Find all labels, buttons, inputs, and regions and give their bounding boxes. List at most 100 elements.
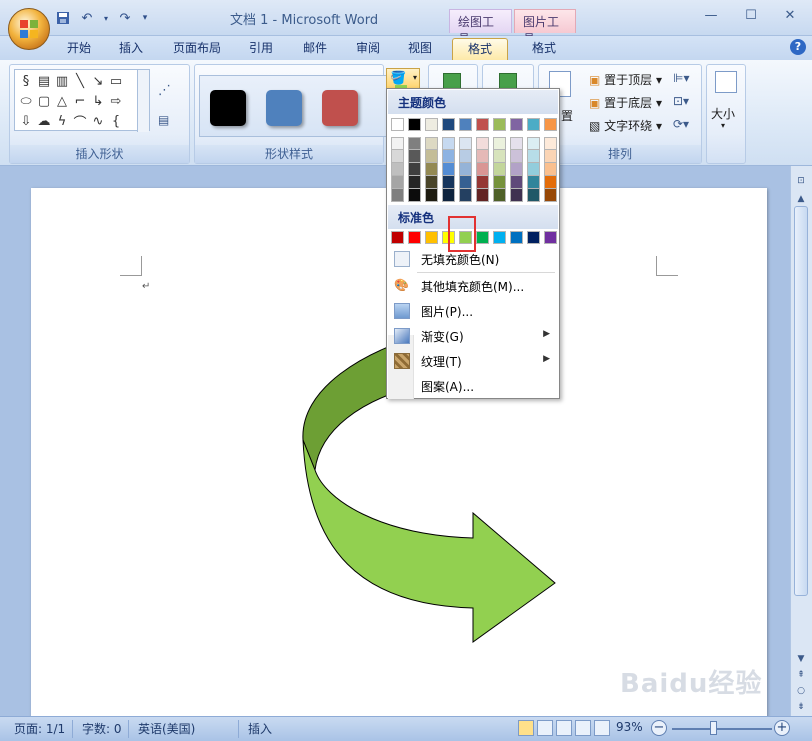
theme-shade-swatch[interactable]: [408, 163, 421, 176]
theme-shade-swatch[interactable]: [476, 137, 489, 150]
tab-view[interactable]: 视图: [399, 38, 441, 60]
vertical-textbox-icon[interactable]: ▥: [53, 71, 71, 91]
theme-shade-swatch[interactable]: [493, 189, 506, 202]
brace-icon[interactable]: {: [107, 111, 125, 131]
texture-fill-item[interactable]: 纹理(T) ▶: [388, 349, 558, 373]
text-wrap-button[interactable]: ▧ 文字环绕 ▾: [589, 117, 662, 134]
help-icon[interactable]: ?: [790, 39, 806, 55]
position-label[interactable]: 置: [561, 107, 573, 124]
align-icon[interactable]: ⊫▾: [673, 71, 689, 85]
close-button[interactable]: ✕: [775, 8, 805, 28]
status-words[interactable]: 字数: 0: [82, 720, 122, 737]
theme-shade-swatch[interactable]: [510, 150, 523, 163]
size-chevron-icon[interactable]: ▾: [721, 121, 725, 130]
theme-shade-swatch[interactable]: [442, 137, 455, 150]
arrow-line-icon[interactable]: ↘: [89, 71, 107, 91]
theme-shade-swatch[interactable]: [510, 176, 523, 189]
theme-shade-swatch[interactable]: [442, 176, 455, 189]
scroll-up-button[interactable]: ▲: [794, 192, 808, 206]
status-page[interactable]: 页面: 1/1: [14, 720, 65, 737]
status-language[interactable]: 英语(美国): [138, 720, 195, 737]
theme-color-swatch[interactable]: [493, 118, 506, 131]
shape-fill-button[interactable]: 🪣 ▾: [386, 68, 420, 90]
draft-view-button[interactable]: [594, 720, 610, 736]
more-fill-colors-item[interactable]: 🎨 其他填充颜色(M)...: [388, 274, 558, 298]
line-icon[interactable]: ╲: [71, 71, 89, 91]
theme-color-swatch[interactable]: [459, 118, 472, 131]
theme-shade-swatch[interactable]: [408, 189, 421, 202]
wave-icon[interactable]: ∿: [89, 111, 107, 131]
shadow-effects-icon[interactable]: [443, 73, 461, 89]
standard-color-swatch[interactable]: [544, 231, 557, 244]
theme-shade-swatch[interactable]: [391, 163, 404, 176]
text-box-small-icon[interactable]: ▤: [158, 113, 169, 127]
zoom-in-button[interactable]: +: [774, 720, 790, 736]
ruler-toggle-icon[interactable]: ⊡: [794, 174, 808, 188]
tab-home[interactable]: 开始: [58, 38, 100, 60]
theme-shade-swatch[interactable]: [527, 163, 540, 176]
theme-shade-swatch[interactable]: [408, 150, 421, 163]
theme-shade-swatch[interactable]: [442, 163, 455, 176]
theme-shade-swatch[interactable]: [493, 150, 506, 163]
theme-shade-swatch[interactable]: [408, 137, 421, 150]
theme-shade-swatch[interactable]: [391, 150, 404, 163]
theme-shade-swatch[interactable]: [527, 137, 540, 150]
redo-icon[interactable]: ↷: [116, 10, 134, 26]
theme-shade-swatch[interactable]: [391, 189, 404, 202]
theme-shade-swatch[interactable]: [527, 150, 540, 163]
zoom-slider-track[interactable]: [672, 728, 772, 730]
theme-shade-swatch[interactable]: [425, 176, 438, 189]
theme-shade-swatch[interactable]: [476, 176, 489, 189]
theme-shade-swatch[interactable]: [442, 150, 455, 163]
theme-shade-swatch[interactable]: [476, 163, 489, 176]
theme-shade-swatch[interactable]: [544, 176, 557, 189]
theme-shade-swatch[interactable]: [544, 137, 557, 150]
standard-color-swatch[interactable]: [476, 231, 489, 244]
customize-qat-icon[interactable]: ▾: [140, 10, 150, 26]
maximize-button[interactable]: ☐: [736, 8, 766, 28]
theme-shade-swatch[interactable]: [425, 189, 438, 202]
theme-shade-swatch[interactable]: [425, 137, 438, 150]
shapes-gallery-scroll[interactable]: [137, 70, 149, 132]
right-arrow-icon[interactable]: ⇨: [107, 91, 125, 111]
gradient-fill-item[interactable]: 渐变(G) ▶: [388, 324, 558, 348]
pattern-fill-item[interactable]: 图案(A)...: [388, 374, 558, 398]
theme-shade-swatch[interactable]: [459, 163, 472, 176]
theme-shade-swatch[interactable]: [493, 176, 506, 189]
style-black[interactable]: [210, 90, 246, 126]
undo-dropdown-icon[interactable]: ▾: [102, 10, 110, 26]
standard-color-swatch[interactable]: [527, 231, 540, 244]
theme-shade-swatch[interactable]: [459, 150, 472, 163]
office-button[interactable]: [8, 8, 50, 50]
theme-shade-swatch[interactable]: [493, 137, 506, 150]
tab-insert[interactable]: 插入: [110, 38, 152, 60]
style-red[interactable]: [322, 90, 358, 126]
standard-color-swatch[interactable]: [391, 231, 404, 244]
theme-shade-swatch[interactable]: [459, 189, 472, 202]
theme-shade-swatch[interactable]: [544, 189, 557, 202]
tab-format-picture[interactable]: 格式: [521, 38, 567, 60]
theme-shade-swatch[interactable]: [510, 137, 523, 150]
theme-shade-swatch[interactable]: [476, 150, 489, 163]
size-icon[interactable]: [715, 71, 737, 93]
theme-shade-swatch[interactable]: [527, 189, 540, 202]
group-icon[interactable]: ⊡▾: [673, 94, 689, 108]
tab-references[interactable]: 引用: [240, 38, 282, 60]
standard-color-swatch[interactable]: [493, 231, 506, 244]
web-layout-view-button[interactable]: [556, 720, 572, 736]
style-blue[interactable]: [266, 90, 302, 126]
theme-shade-swatch[interactable]: [425, 150, 438, 163]
zoom-level[interactable]: 93%: [616, 720, 643, 734]
theme-shade-swatch[interactable]: [391, 137, 404, 150]
theme-shade-swatch[interactable]: [425, 163, 438, 176]
size-label[interactable]: 大小: [711, 105, 735, 122]
status-insert-mode[interactable]: 插入: [248, 720, 272, 737]
down-arrow-icon[interactable]: ⇩: [17, 111, 35, 131]
oval-icon[interactable]: ⬭: [17, 91, 35, 111]
shapes-gallery[interactable]: § ▤ ▥ ╲ ↘ ▭ ⬭ ▢ △ ⌐ ↳ ⇨ ⇩ ☁ ϟ ⌒ ∿ {: [14, 69, 150, 132]
undo-icon[interactable]: ↶: [78, 10, 96, 26]
theme-shade-swatch[interactable]: [544, 163, 557, 176]
theme-shade-swatch[interactable]: [442, 189, 455, 202]
elbow-arrow-icon[interactable]: ↳: [89, 91, 107, 111]
shape-styles-gallery[interactable]: [199, 75, 387, 137]
